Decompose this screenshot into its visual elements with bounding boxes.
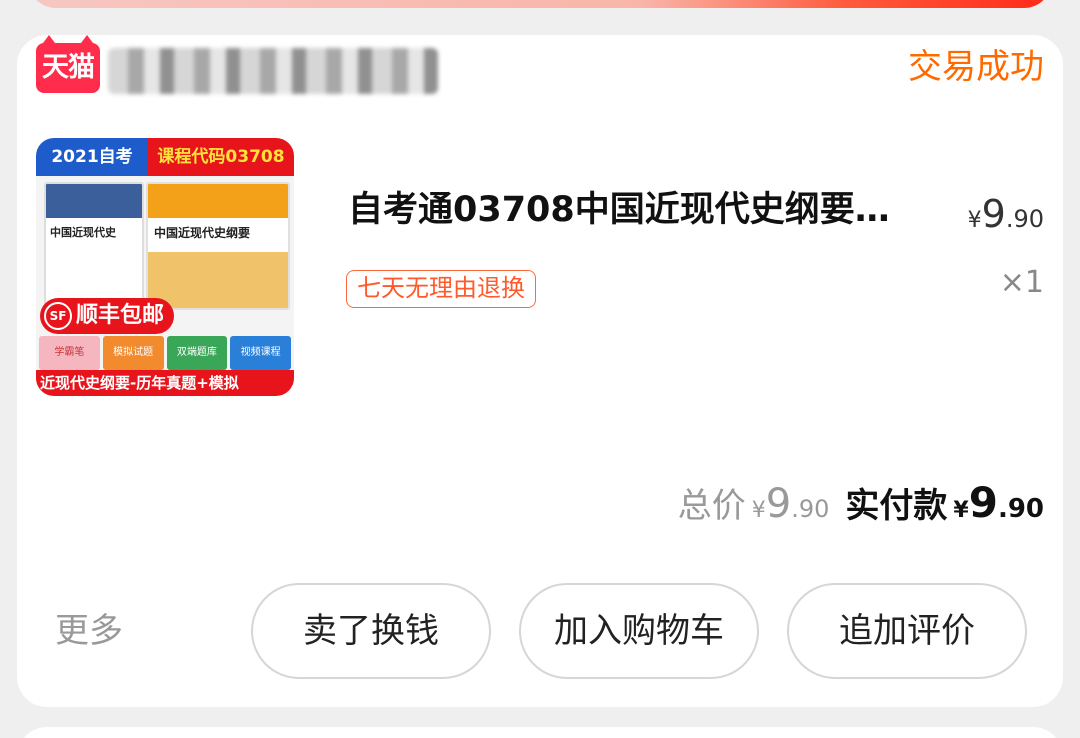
price-decimal: .90: [1005, 205, 1044, 233]
quantity: ×1: [999, 265, 1044, 300]
currency-symbol: ¥: [967, 208, 982, 233]
total-integer: 9: [765, 481, 792, 527]
image-shipping-text: 顺丰包邮: [76, 303, 165, 328]
image-shipping-badge: SF 顺丰包邮: [40, 298, 175, 334]
total-amount: ¥9.90: [752, 481, 830, 527]
return-policy-badge: 七天无理由退换: [346, 270, 536, 308]
image-banner-code: 课程代码03708: [148, 138, 294, 176]
currency-symbol: ¥: [751, 498, 766, 523]
image-material-item: 模拟试题: [102, 336, 164, 370]
image-banner: 2021自考 课程代码03708: [36, 138, 294, 176]
product-title[interactable]: 自考通03708中国近现代史纲要历年真题+模拟试卷: [348, 186, 920, 234]
total-decimal: .90: [791, 495, 830, 523]
image-banner-year: 2021自考: [36, 138, 148, 176]
image-footer: 近现代史纲要-历年真题+模拟: [36, 370, 294, 396]
tmall-logo-icon[interactable]: 天猫: [36, 35, 100, 93]
paid-decimal: .90: [997, 494, 1044, 524]
image-book-cover-1: 中国近现代史: [44, 182, 144, 310]
currency-symbol: ¥: [953, 498, 969, 523]
previous-order-card: [28, 0, 1052, 8]
paid-label: 实付款: [845, 486, 948, 526]
order-totals: 总价 ¥9.90 实付款 ¥9.90: [678, 478, 1044, 534]
image-material-item: 学霸笔: [39, 336, 100, 370]
total-label: 总价: [677, 486, 746, 526]
image-materials: 学霸笔 模拟试题 双端题库 视频课程: [36, 336, 294, 370]
product-image[interactable]: 2021自考 课程代码03708 中国近现代史 中国近现代史纲要 SF 顺丰包邮…: [36, 138, 294, 396]
unit-price: ¥9.90: [968, 192, 1044, 244]
paid-amount: ¥9.90: [953, 478, 1044, 527]
image-material-item: 双端题库: [166, 336, 228, 370]
image-material-item: 视频课程: [230, 336, 291, 370]
image-book-cover-2: 中国近现代史纲要: [146, 182, 290, 310]
paid-integer: 9: [968, 478, 998, 527]
sell-button[interactable]: 卖了换钱: [251, 583, 491, 679]
sf-express-icon: SF: [44, 302, 72, 330]
add-to-cart-button[interactable]: 加入购物车: [519, 583, 759, 679]
price-integer: 9: [981, 192, 1006, 236]
store-name-blurred[interactable]: [108, 48, 438, 94]
more-button[interactable]: 更多: [55, 608, 123, 654]
order-status: 交易成功: [908, 47, 1044, 87]
next-order-card: [17, 727, 1063, 738]
add-review-button[interactable]: 追加评价: [787, 583, 1027, 679]
